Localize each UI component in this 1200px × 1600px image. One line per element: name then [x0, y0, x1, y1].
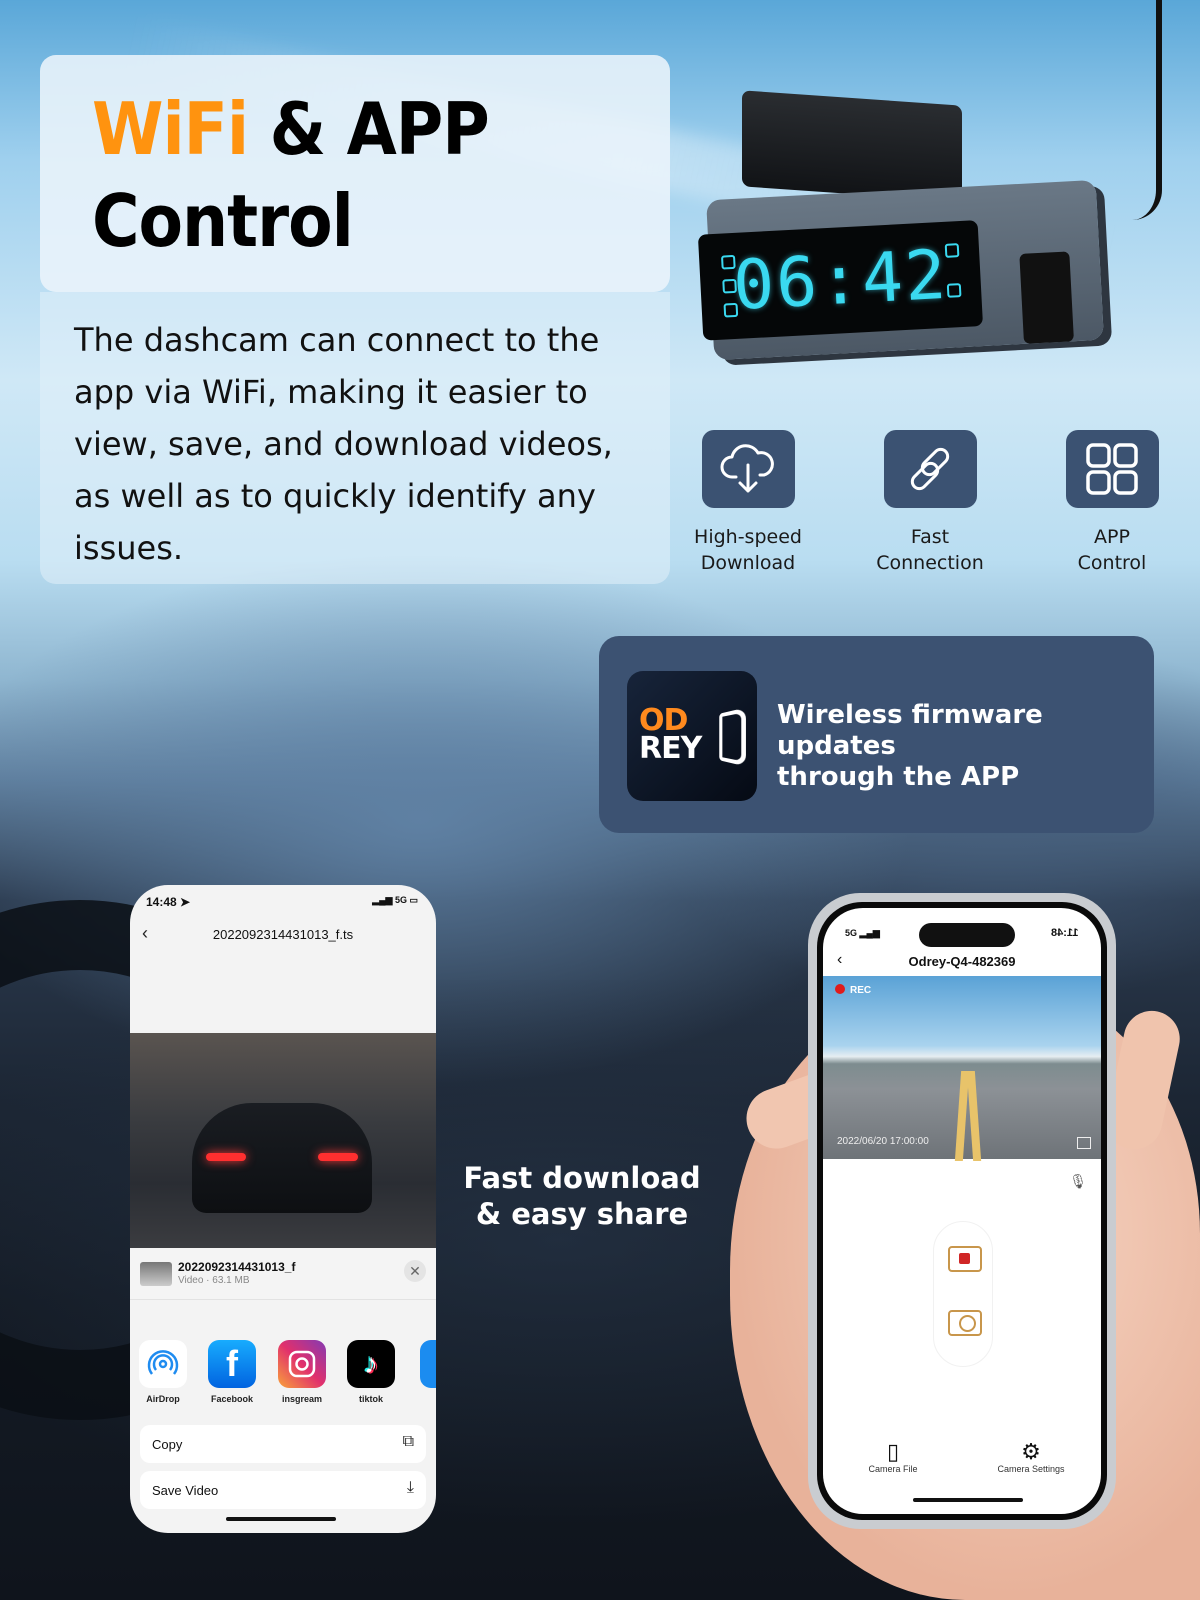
- feature-app-control: APP Control: [1037, 430, 1187, 576]
- live-camera-view[interactable]: REC 2022/06/20 17:00:00: [823, 976, 1101, 1161]
- logo-shape: [719, 707, 746, 767]
- odrey-app-logo: OD REY: [627, 671, 757, 801]
- file-thumbnail: [140, 1262, 172, 1286]
- share-app-tiktok[interactable]: ♪ tiktok: [346, 1340, 396, 1404]
- dashcam-mount: [742, 90, 962, 202]
- share-app-facebook[interactable]: f Facebook: [207, 1340, 257, 1404]
- grid-icon: [1065, 430, 1159, 508]
- record-video-button[interactable]: [948, 1246, 982, 1272]
- share-caption: Fast download & easy share: [463, 1161, 701, 1231]
- take-photo-button[interactable]: [948, 1310, 982, 1336]
- cloud-download-icon: [701, 430, 795, 508]
- status-left: 5G ▂▄▆: [845, 928, 880, 938]
- cable-plug: [1019, 251, 1074, 344]
- tail-light: [206, 1153, 246, 1161]
- tab-camera-file[interactable]: ▯ Camera File: [823, 1439, 963, 1475]
- status-bar: 14:48 ➤ ▂▄▆ 5G ▭: [146, 895, 418, 909]
- share-app-instagram[interactable]: insgream: [277, 1340, 327, 1404]
- save-video-action[interactable]: Save Video ⤓: [140, 1471, 426, 1509]
- road-lane: [966, 1071, 982, 1161]
- feature-fast-connection: Fast Connection: [855, 430, 1005, 576]
- save-icon: [722, 278, 737, 294]
- video-timestamp: 2022/06/20 17:00:00: [837, 1136, 929, 1147]
- video-preview[interactable]: [130, 1033, 436, 1248]
- link-icon: [883, 430, 977, 508]
- lcd-clock: 06:42: [731, 235, 950, 326]
- copy-action[interactable]: Copy ⧉: [140, 1425, 426, 1463]
- dashcam-body: 06:42: [697, 179, 1104, 361]
- gear-icon: ⚙: [1021, 1439, 1041, 1464]
- save-icon: ⤓: [406, 1479, 414, 1496]
- firmware-text: Wireless firmware updates through the APP: [777, 700, 1043, 792]
- rec-dot-icon: [835, 984, 845, 994]
- title-rest: & APP: [248, 87, 490, 171]
- dashcam-device: 06:42: [697, 0, 1180, 370]
- wifi-icon: [944, 243, 960, 258]
- file-title: 2022092314431013_f.ts: [212, 927, 354, 942]
- home-indicator: [913, 1498, 1023, 1502]
- title-card: WiFi & APP Control: [40, 55, 670, 292]
- description-text: The dashcam can connect to the app via W…: [74, 321, 613, 567]
- close-icon[interactable]: ✕: [404, 1260, 426, 1282]
- share-file-name: 2022092314431013_f: [178, 1260, 296, 1274]
- instagram-icon: [278, 1340, 326, 1388]
- left-phone-share-screen: 14:48 ➤ ▂▄▆ 5G ▭ ‹ 2022092314431013_f.ts…: [130, 885, 436, 1533]
- sd-card-icon: ▯: [886, 1439, 900, 1464]
- rec-indicator: REC: [835, 984, 871, 996]
- lock-icon: [946, 283, 962, 298]
- status-time: 14:48: [146, 895, 177, 909]
- microphone-icon[interactable]: 🎙: [1069, 1173, 1087, 1190]
- firmware-update-panel: OD REY Wireless firmware updates through …: [599, 636, 1154, 833]
- dynamic-island: [919, 923, 1015, 947]
- fullscreen-icon[interactable]: [1077, 1137, 1091, 1149]
- capture-controls: [933, 1221, 993, 1367]
- mic-icon: [723, 302, 739, 318]
- power-cable: [1122, 0, 1162, 220]
- feature-label: High-speed Download: [694, 526, 802, 574]
- location-icon: ➤: [180, 895, 191, 909]
- tiktok-icon: ♪: [347, 1340, 395, 1388]
- share-app-airdrop[interactable]: AirDrop: [138, 1340, 188, 1404]
- status-time: 11:48: [1051, 927, 1079, 939]
- share-apps-row: AirDrop f Facebook insgream ♪ tiktok: [130, 1340, 436, 1410]
- copy-icon: ⧉: [402, 1433, 414, 1450]
- page-title: WiFi & APP Control: [92, 83, 490, 267]
- share-sheet-header: 2022092314431013_f Video · 63.1 MB ✕: [130, 1248, 436, 1300]
- device-title: Odrey-Q4-482369: [908, 954, 1016, 969]
- share-app-more[interactable]: [416, 1340, 436, 1388]
- right-phone-camera-screen: 5G ▂▄▆ 11:48 ‹ Odrey-Q4-482369 REC 2022/…: [808, 893, 1116, 1529]
- more-app-icon: [420, 1340, 436, 1388]
- dashcam-lcd: 06:42: [697, 220, 984, 341]
- feature-high-speed-download: High-speed Download: [673, 430, 823, 576]
- facebook-icon: f: [208, 1340, 256, 1388]
- title-line2: Control: [92, 179, 354, 263]
- record-icon: [720, 254, 736, 270]
- description-card: The dashcam can connect to the app via W…: [40, 292, 670, 584]
- status-right: ▂▄▆ 5G ▭: [372, 895, 418, 905]
- share-file-meta: Video · 63.1 MB: [178, 1275, 250, 1286]
- logo-text-bottom: REY: [639, 731, 702, 766]
- title-accent: WiFi: [92, 87, 249, 171]
- airdrop-icon: [139, 1340, 187, 1388]
- feature-label: APP Control: [1077, 526, 1147, 574]
- feature-label: Fast Connection: [876, 526, 984, 574]
- car-image: [192, 1103, 372, 1213]
- home-indicator: [226, 1517, 336, 1521]
- tab-camera-settings[interactable]: ⚙ Camera Settings: [961, 1439, 1101, 1475]
- tail-light: [318, 1153, 358, 1161]
